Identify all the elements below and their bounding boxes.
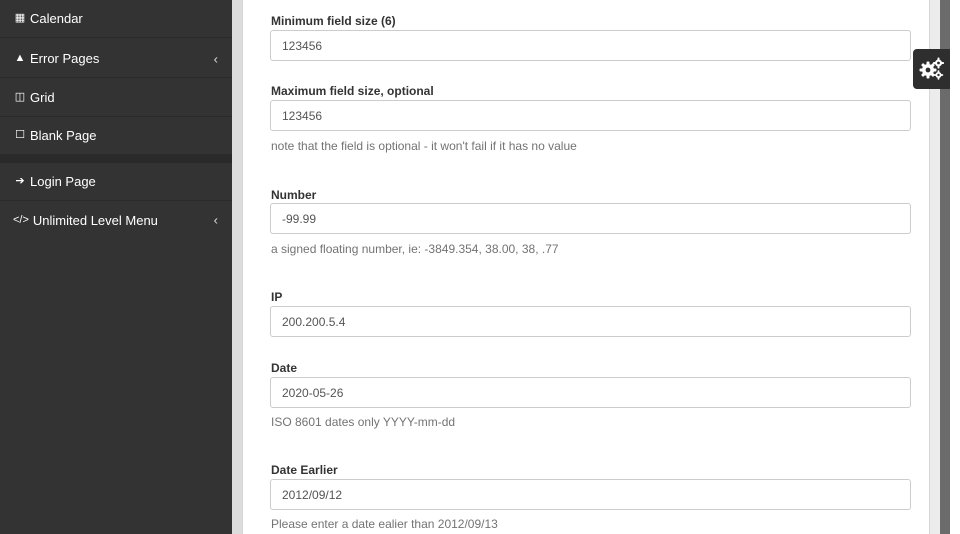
sidebar-item-unlimited-level-menu[interactable]: </> Unlimited Level Menu ‹ [0, 201, 232, 239]
number-help: a signed floating number, ie: -3849.354,… [271, 242, 559, 256]
date-earlier-input[interactable] [270, 479, 911, 510]
settings-toggle-button[interactable] [913, 49, 950, 89]
sidebar-item-label: Unlimited Level Menu [32, 212, 158, 228]
code-icon: </> [13, 213, 29, 226]
min-size-label: Minimum field size (6) [271, 14, 396, 28]
chevron-left-icon: ‹ [213, 212, 218, 228]
sidebar: ▦ Calendar ▲ Error Pages ‹ ◫ Grid ☐ Blan… [0, 0, 232, 534]
date-earlier-label: Date Earlier [271, 463, 338, 477]
calendar-icon: ▦ [14, 12, 26, 24]
date-help: ISO 8601 dates only YYYY-mm-dd [271, 415, 456, 429]
number-input[interactable] [270, 203, 911, 234]
sidebar-item-grid[interactable]: ◫ Grid [0, 79, 232, 117]
columns-icon: ◫ [14, 91, 26, 103]
content-gutter [232, 0, 242, 534]
form-panel [242, 0, 930, 534]
sidebar-item-label: Grid [30, 90, 55, 105]
sidebar-item-calendar[interactable]: ▦ Calendar [0, 0, 232, 38]
sidebar-item-label: Error Pages [30, 51, 100, 66]
sidebar-item-label: Login Page [30, 174, 96, 189]
max-size-label: Maximum field size, optional [271, 84, 434, 98]
ip-label: IP [271, 290, 283, 304]
sidebar-item-label: Calendar [30, 11, 83, 26]
square-icon: ☐ [15, 129, 25, 141]
sidebar-item-blank-page[interactable]: ☐ Blank Page [0, 117, 232, 155]
date-label: Date [271, 361, 298, 375]
max-size-input[interactable] [270, 100, 911, 131]
min-size-input[interactable] [270, 30, 911, 61]
sidebar-item-label: Blank Page [30, 128, 97, 143]
sidebar-item-login-page[interactable]: ➔ Login Page [0, 163, 232, 201]
warning-icon: ▲ [14, 52, 26, 64]
chevron-left-icon: ‹ [213, 51, 218, 66]
gears-icon [919, 57, 944, 80]
ip-input[interactable] [270, 306, 911, 337]
sidebar-divider [0, 155, 232, 163]
number-label: Number [271, 188, 317, 202]
sign-in-icon: ➔ [15, 175, 25, 187]
date-input[interactable] [270, 377, 911, 408]
max-size-help: note that the field is optional - it won… [271, 139, 577, 153]
date-earlier-help: Please enter a date ealier than 2012/09/… [271, 517, 498, 531]
sidebar-item-error-pages[interactable]: ▲ Error Pages ‹ [0, 40, 232, 78]
